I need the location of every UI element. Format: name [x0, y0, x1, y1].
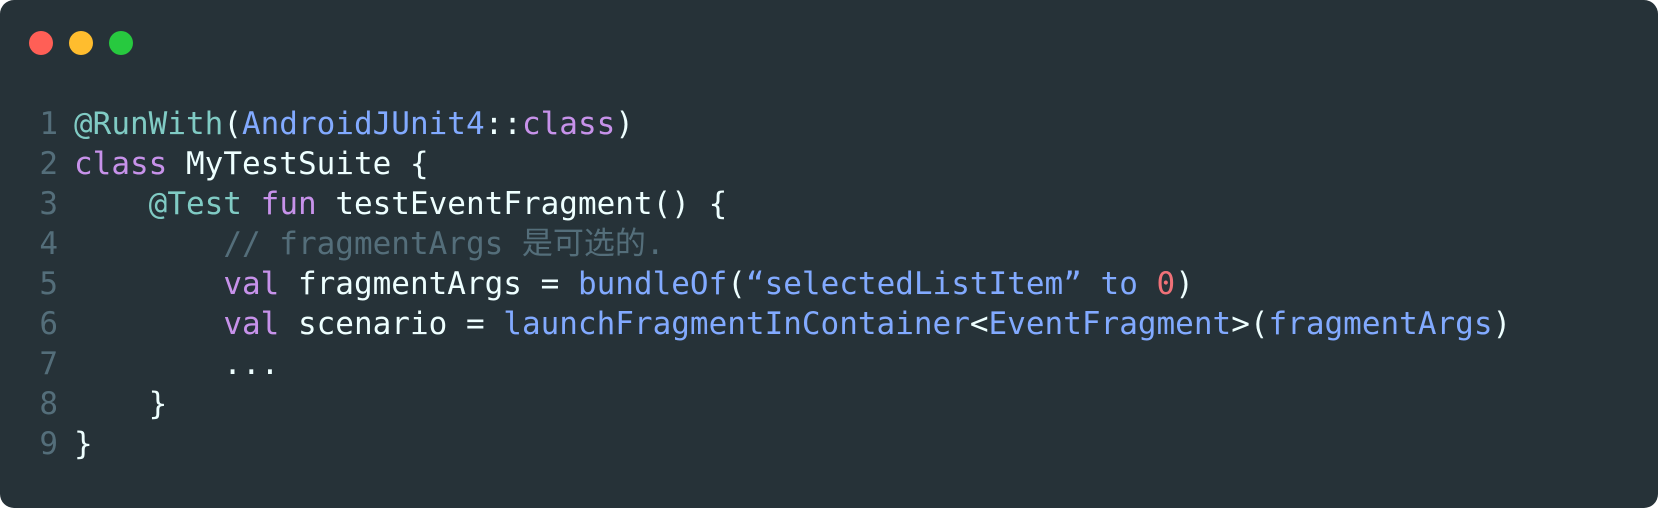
minimize-button[interactable]: [69, 31, 93, 55]
code-token-number: 0: [1156, 266, 1176, 302]
code-token-type: EventFragment: [988, 306, 1232, 342]
code-token-plain: (: [223, 106, 242, 142]
code-line: 6 val scenario = launchFragmentInContain…: [0, 304, 1511, 344]
code-line: 5 val fragmentArgs = bundleOf(“selectedL…: [0, 264, 1511, 304]
code-token-plain: fragmentArgs =: [279, 266, 578, 302]
code-token-keyword: val: [223, 306, 280, 342]
code-token-plain: <: [969, 306, 989, 342]
line-content: }: [74, 384, 168, 424]
code-token-plain: (: [727, 266, 746, 302]
code-token-string: “selectedListItem” to: [745, 266, 1157, 302]
code-line: 4 // fragmentArgs 是可选的.: [0, 224, 1511, 264]
line-content: @Test fun testEventFragment() {: [74, 184, 728, 224]
close-button[interactable]: [29, 31, 53, 55]
code-window: 1 @RunWith(AndroidJUnit4::class) 2 class My…: [0, 0, 1658, 508]
line-number: 4: [39, 226, 58, 262]
code-token-plain: }: [74, 386, 168, 422]
code-line: 1 @RunWith(AndroidJUnit4::class): [0, 104, 1511, 144]
line-number: 1: [39, 106, 58, 142]
code-token-func: launchFragmentInContainer: [503, 306, 970, 342]
code-token-plain: ): [1492, 306, 1512, 342]
line-content: val fragmentArgs = bundleOf(“selectedLis…: [74, 264, 1194, 304]
code-token-plain: >(: [1231, 306, 1269, 342]
line-number: 5: [39, 266, 58, 302]
code-line: 2 class MyTestSuite {: [0, 144, 1511, 184]
line-content: // fragmentArgs 是可选的.: [74, 224, 665, 264]
line-content: }: [74, 424, 93, 464]
code-line: 8 }: [0, 384, 1511, 424]
line-number: 7: [39, 346, 58, 382]
code-token-plain: scenario =: [279, 306, 504, 342]
line-number: 8: [39, 386, 58, 422]
line-content: class MyTestSuite {: [74, 144, 429, 184]
line-content: val scenario = launchFragmentInContainer…: [74, 304, 1511, 344]
line-number: 9: [39, 426, 58, 462]
code-token-plain: ): [1175, 266, 1194, 302]
code-token-plain: testEventFragment() {: [316, 186, 728, 222]
code-line: 3 @Test fun testEventFragment() {: [0, 184, 1511, 224]
code-token-plain: }: [74, 426, 93, 462]
code-token-keyword: val: [223, 266, 280, 302]
code-token-keyword: fun: [260, 186, 317, 222]
code-token-plain: ::: [484, 106, 522, 142]
code-token-plain: ): [615, 106, 634, 142]
line-content: @RunWith(AndroidJUnit4::class): [74, 104, 634, 144]
code-token-type: AndroidJUnit4: [241, 106, 485, 142]
code-block: 1 @RunWith(AndroidJUnit4::class) 2 class My…: [0, 104, 1511, 464]
code-token-keyword: class: [521, 106, 616, 142]
code-line: 9}: [0, 424, 1511, 464]
code-token-func: bundleOf: [577, 266, 728, 302]
code-token-annotation: @RunWith: [74, 106, 224, 142]
line-number: 2: [39, 146, 58, 182]
code-token-type: fragmentArgs: [1268, 306, 1493, 342]
line-number: 6: [39, 306, 58, 342]
maximize-button[interactable]: [109, 31, 133, 55]
line-content: ...: [74, 344, 279, 384]
window-controls: [29, 31, 133, 55]
code-token-plain: MyTestSuite {: [167, 146, 429, 182]
code-token-comment: // fragmentArgs 是可选的.: [223, 226, 665, 262]
code-line: 7 ...: [0, 344, 1511, 384]
code-token-annotation: @Test: [148, 186, 242, 222]
code-token-keyword: class: [74, 146, 168, 182]
line-number: 3: [39, 186, 58, 222]
code-token-plain: ...: [74, 346, 280, 382]
